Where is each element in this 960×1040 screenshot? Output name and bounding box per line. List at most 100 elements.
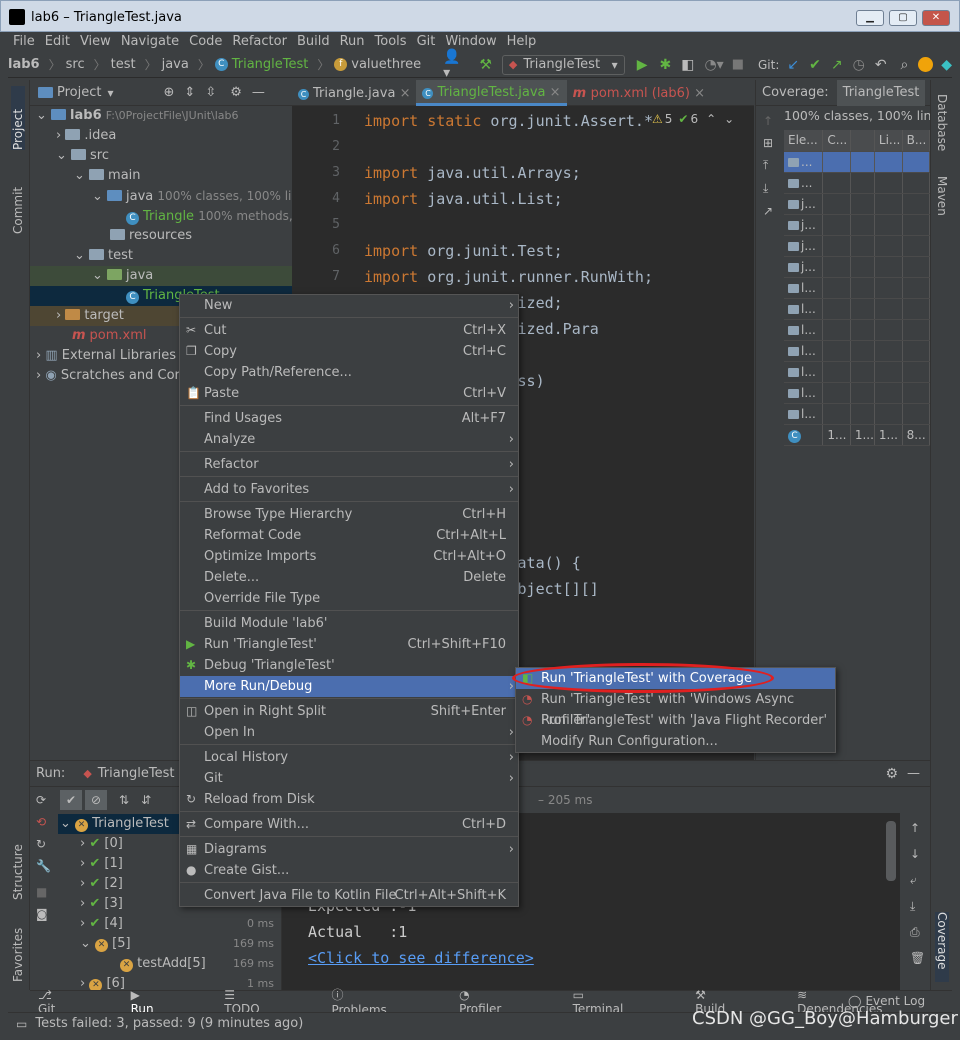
menu-edit[interactable]: Edit bbox=[40, 32, 75, 52]
menu-item-open-in[interactable]: Open In › bbox=[180, 722, 518, 743]
coverage-run-icon[interactable]: ◧ bbox=[681, 57, 694, 73]
flatten-icon[interactable]: ⊞ bbox=[763, 136, 782, 150]
menu-help[interactable]: Help bbox=[502, 32, 542, 52]
rerun-failed-icon[interactable]: ⟲ bbox=[36, 815, 56, 829]
project-header[interactable]: Project bbox=[57, 85, 101, 100]
event-log-tab[interactable]: ◯ Event Log bbox=[848, 994, 925, 1008]
see-difference-link[interactable]: <Click to see difference> bbox=[308, 945, 898, 971]
debug-icon[interactable]: ✱ bbox=[659, 57, 671, 73]
tab-triangletest[interactable]: C TriangleTest.java × bbox=[416, 80, 567, 106]
run-config-select[interactable]: ◆ TriangleTest ▾ bbox=[501, 54, 625, 75]
chevron-down-icon[interactable]: ▾ bbox=[107, 86, 113, 100]
coverage-tool-tab[interactable]: Coverage bbox=[935, 912, 949, 982]
collapse-all-icon[interactable]: ⇳ bbox=[205, 85, 216, 100]
minimize-button[interactable]: ▁ bbox=[856, 10, 884, 26]
menu-navigate[interactable]: Navigate bbox=[116, 32, 184, 52]
coverage-row[interactable]: j... bbox=[784, 235, 931, 257]
coverage-row[interactable]: l... bbox=[784, 298, 931, 320]
toggle-autotest-icon[interactable]: ↻ bbox=[36, 837, 56, 851]
sort-alpha-icon[interactable]: ⇅ bbox=[119, 793, 129, 807]
database-tool-tab[interactable]: Database bbox=[935, 94, 949, 164]
menu-item-find-usages[interactable]: Find Usages Alt+F7 bbox=[180, 408, 518, 429]
wrench-icon[interactable]: 🔧 bbox=[36, 859, 56, 873]
menu-item-local-history[interactable]: Local History › bbox=[180, 747, 518, 768]
menu-item-reformat-code[interactable]: Reformat Code Ctrl+Alt+L bbox=[180, 525, 518, 546]
tree-item-test-java[interactable]: ⌄ java bbox=[30, 266, 292, 286]
menu-item-reload-from-disk[interactable]: ↻ Reload from Disk bbox=[180, 789, 518, 810]
menu-item-copy-path-reference[interactable]: Copy Path/Reference... bbox=[180, 362, 518, 383]
tree-item-idea[interactable]: › .idea bbox=[30, 126, 292, 146]
inspection-widget[interactable]: ⚠ 5 ✔ 6 ⌃ ⌄ bbox=[652, 112, 735, 126]
breadcrumb-test[interactable]: test bbox=[111, 57, 136, 72]
status-text[interactable]: Tests failed: 3, passed: 9 (9 minutes ag… bbox=[35, 1016, 303, 1031]
menu-item-cut[interactable]: ✂ Cut Ctrl+X bbox=[180, 320, 518, 341]
maximize-button[interactable]: ▢ bbox=[889, 10, 917, 26]
coverage-row[interactable]: l... bbox=[784, 361, 931, 383]
expand-all-icon[interactable]: ⇕ bbox=[184, 85, 195, 100]
coverage-row[interactable]: l... bbox=[784, 403, 931, 425]
menu-tools[interactable]: Tools bbox=[370, 32, 412, 52]
tree-item-test[interactable]: ⌄ test bbox=[30, 246, 292, 266]
rerun-icon[interactable]: ⟳ bbox=[36, 793, 56, 807]
menu-item-compare-with[interactable]: ⇄ Compare With... Ctrl+D bbox=[180, 814, 518, 835]
commit-tool-tab[interactable]: Commit bbox=[11, 164, 25, 234]
toolbox-icon[interactable]: ◆ bbox=[941, 57, 952, 73]
menu-item-browse-type-hierarchy[interactable]: Browse Type Hierarchy Ctrl+H bbox=[180, 504, 518, 525]
submenu-item-2[interactable]: ◔ Run 'TriangleTest' with 'Java Flight Re… bbox=[516, 710, 835, 731]
breadcrumb-java[interactable]: java bbox=[162, 57, 189, 72]
coverage-table[interactable]: Ele... C... Li... B......... j... j... j... j..… bbox=[784, 130, 931, 446]
navigate-icon[interactable]: ↗ bbox=[763, 204, 782, 218]
gear-icon[interactable]: ⚙ bbox=[885, 766, 898, 782]
tree-item-main[interactable]: ⌄ main bbox=[30, 166, 292, 186]
coverage-column-header[interactable]: B... bbox=[902, 130, 931, 152]
test-node[interactable]: › ✔ [4] 0 ms bbox=[58, 914, 280, 934]
menu-item-add-to-favorites[interactable]: Add to Favorites › bbox=[180, 479, 518, 500]
coverage-row[interactable]: ... bbox=[784, 151, 931, 173]
stop-icon[interactable]: ■ bbox=[36, 885, 56, 899]
menu-item-refactor[interactable]: Refactor › bbox=[180, 454, 518, 475]
menu-build[interactable]: Build bbox=[292, 32, 335, 52]
git-commit-icon[interactable]: ✔ bbox=[809, 57, 821, 73]
git-update-icon[interactable]: ↙ bbox=[787, 57, 799, 73]
menu-item-delete[interactable]: Delete... Delete bbox=[180, 567, 518, 588]
menu-item-debug-triangletest[interactable]: ✱ Debug 'TriangleTest' bbox=[180, 655, 518, 676]
submenu-item-3[interactable]: Modify Run Configuration... bbox=[516, 731, 835, 752]
coverage-row[interactable]: ... bbox=[784, 172, 931, 194]
menu-item-create-gist[interactable]: ● Create Gist... bbox=[180, 860, 518, 881]
coverage-row[interactable]: l... bbox=[784, 277, 931, 299]
menu-item-diagrams[interactable]: ▦ Diagrams › bbox=[180, 839, 518, 860]
run-icon[interactable]: ▶ bbox=[637, 57, 648, 73]
close-button[interactable]: ✕ bbox=[922, 10, 950, 26]
export-icon[interactable]: ⤓ bbox=[763, 181, 782, 196]
scroll-end-icon[interactable]: ⤓ bbox=[910, 899, 928, 925]
soft-wrap-icon[interactable]: ⤶ bbox=[910, 873, 928, 899]
breadcrumb-src[interactable]: src bbox=[66, 57, 85, 72]
menu-item-more-run-debug[interactable]: More Run/Debug › bbox=[180, 676, 518, 697]
tab-triangle[interactable]: C Triangle.java × bbox=[292, 86, 416, 101]
tree-item-resources[interactable]: resources bbox=[30, 226, 292, 246]
import-icon[interactable]: ⤒ bbox=[763, 158, 782, 173]
sort-duration-icon[interactable]: ⇵ bbox=[141, 793, 151, 807]
print-icon[interactable]: ⎙ bbox=[910, 925, 928, 951]
updates-icon[interactable] bbox=[918, 57, 934, 72]
hammer-icon[interactable]: ⚒ bbox=[479, 57, 492, 73]
maven-tool-tab[interactable]: Maven bbox=[935, 176, 949, 236]
menu-item-convert-java-file-to-kotlin-file[interactable]: Convert Java File to Kotlin File Ctrl+Alt… bbox=[180, 885, 518, 906]
arrow-up-icon[interactable]: ↑ bbox=[910, 821, 928, 847]
menu-item-copy[interactable]: ❐ Copy Ctrl+C bbox=[180, 341, 518, 362]
test-node[interactable]: ⌄ ✕ [5] 169 ms bbox=[58, 934, 280, 954]
gear-icon[interactable]: ⚙ bbox=[230, 85, 242, 100]
show-ignored-icon[interactable]: ⊘ bbox=[85, 790, 107, 810]
breadcrumb-lab6[interactable]: lab6 bbox=[8, 57, 40, 72]
coverage-row[interactable]: l... bbox=[784, 340, 931, 362]
coverage-row[interactable]: l... bbox=[784, 319, 931, 341]
coverage-column-header[interactable]: Li... bbox=[874, 130, 903, 152]
tree-item-lab6[interactable]: ⌄ lab6 F:\0ProjectFile\JUnit\lab6 bbox=[30, 106, 292, 126]
git-push-icon[interactable]: ↗ bbox=[831, 57, 843, 73]
menu-refactor[interactable]: Refactor bbox=[227, 32, 292, 52]
favorites-tool-tab[interactable]: Favorites bbox=[11, 906, 25, 982]
menu-view[interactable]: View bbox=[75, 32, 116, 52]
menu-run[interactable]: Run bbox=[335, 32, 370, 52]
coverage-row[interactable]: j... bbox=[784, 214, 931, 236]
menu-item-analyze[interactable]: Analyze › bbox=[180, 429, 518, 450]
